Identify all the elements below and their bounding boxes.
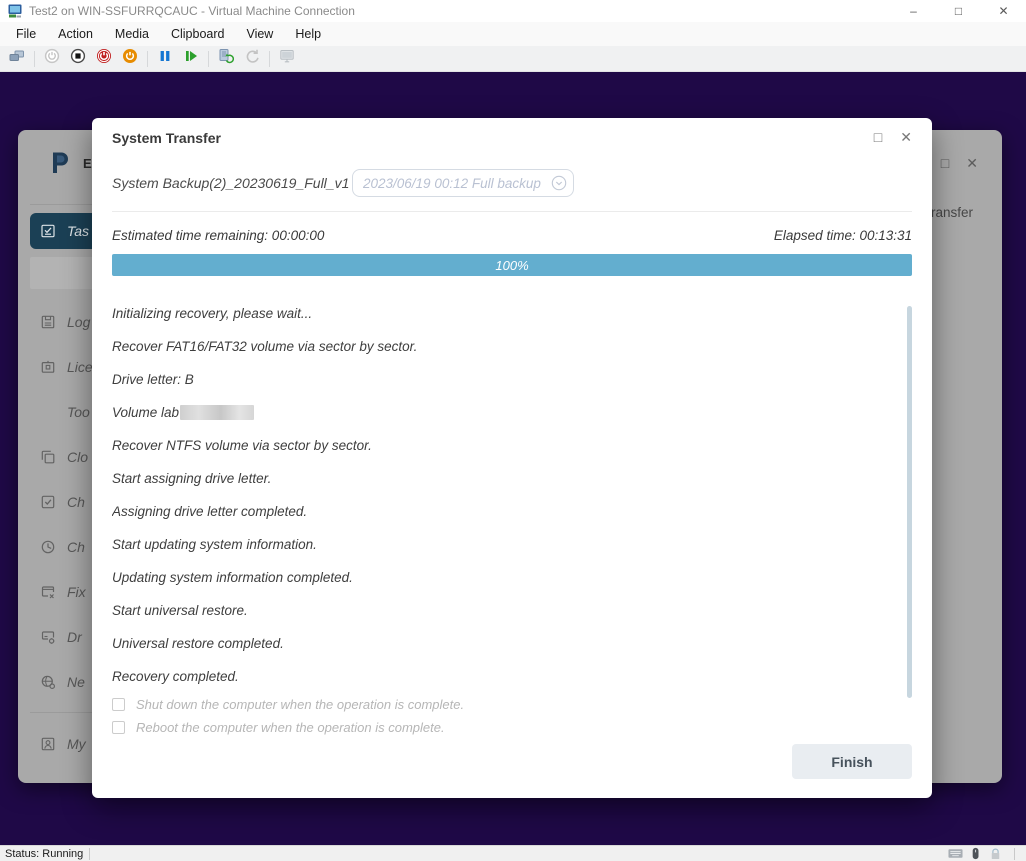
clone-icon (40, 449, 56, 465)
easeus-page-title-fragment: ransfer (930, 205, 973, 220)
logs-icon (40, 314, 56, 330)
check-square-icon (40, 494, 56, 510)
statusbar-separator (89, 847, 91, 860)
log-scrollbar[interactable] (907, 306, 912, 698)
menu-file[interactable]: File (5, 24, 47, 44)
enhanced-icon (279, 48, 295, 69)
turnoff-icon (70, 48, 86, 69)
toolbar-button (147, 50, 148, 67)
dialog-title: System Transfer (112, 130, 221, 146)
menu-media[interactable]: Media (104, 24, 160, 44)
toolbar-button (269, 50, 270, 67)
finish-button[interactable]: Finish (792, 744, 912, 779)
log-line: Universal restore completed. (112, 636, 284, 651)
post-op-options: Shut down the computer when the operatio… (112, 693, 912, 739)
revert-icon (244, 48, 260, 69)
estimated-time-label: Estimated time remaining: 00:00:00 (112, 228, 325, 243)
vm-status-text: Status: Running (5, 847, 84, 860)
backup-version-value: 2023/06/19 00:12 Full backup (363, 175, 541, 191)
hyperv-icon (7, 3, 23, 19)
account-icon (40, 736, 56, 752)
menubar: File Action Media Clipboard View Help (0, 22, 1026, 46)
shutdown-checkbox[interactable]: Shut down the computer when the operatio… (112, 693, 912, 716)
license-icon (40, 359, 56, 375)
reset-button[interactable] (178, 48, 204, 70)
redacted-text-block (180, 405, 255, 420)
globe-gear-icon (40, 674, 56, 690)
log-line: Volume lab (112, 396, 912, 429)
dialog-close-button[interactable]: ✕ (900, 130, 912, 145)
start-button[interactable] (39, 48, 65, 70)
clock-icon (40, 539, 56, 555)
backup-version-select[interactable]: 2023/06/19 00:12 Full backup (352, 169, 574, 197)
easeus-window-controls: □ ✕ (941, 156, 978, 170)
lock-icon (988, 847, 1003, 860)
log-line: Updating system information completed. (112, 570, 353, 585)
drive-gear-icon (40, 629, 56, 645)
minimize-button[interactable]: – (891, 0, 936, 22)
save-power-icon (122, 48, 138, 69)
titlebar: Test2 on WIN-SSFURRQCAUC - Virtual Machi… (0, 0, 1026, 22)
log-line: Start assigning drive letter. (112, 471, 272, 486)
vm-connection-window: Test2 on WIN-SSFURRQCAUC - Virtual Machi… (0, 0, 1026, 861)
ctrl-alt-del-button[interactable] (4, 48, 30, 70)
divider (112, 211, 912, 212)
fix-window-icon (40, 584, 56, 600)
checkpoint-button[interactable] (213, 48, 239, 70)
pause-icon (157, 48, 173, 69)
easeus-close-button[interactable]: ✕ (966, 156, 978, 170)
vm-display: Ea □ ✕ ransfer Tas Log Lice Too Clo Ch C… (0, 72, 1026, 845)
pause-button[interactable] (152, 48, 178, 70)
log-line: Drive letter: B (112, 372, 194, 387)
statusbar: Status: Running (0, 845, 1026, 861)
checkpoint-icon (218, 48, 235, 69)
elapsed-time-label: Elapsed time: 00:13:31 (773, 228, 912, 243)
menu-action[interactable]: Action (47, 24, 104, 44)
log-line: Recover FAT16/FAT32 volume via sector by… (112, 339, 418, 354)
toolbar-button (34, 50, 35, 67)
power-gray-icon (44, 48, 60, 69)
window-title: Test2 on WIN-SSFURRQCAUC - Virtual Machi… (29, 4, 355, 18)
dialog-maximize-button[interactable]: □ (874, 130, 882, 145)
log-line: Recovery completed. (112, 669, 239, 684)
system-transfer-dialog: System Transfer □ ✕ System Backup(2)_202… (92, 118, 932, 798)
shut-down-button[interactable] (91, 48, 117, 70)
maximize-button[interactable]: □ (936, 0, 981, 22)
checkbox[interactable] (112, 698, 125, 711)
tasks-icon (40, 223, 56, 239)
log-line: Assigning drive letter completed. (112, 504, 308, 519)
turn-off-button[interactable] (65, 48, 91, 70)
progress-percent-label: 100% (495, 257, 529, 273)
keyboard-icon (948, 847, 963, 860)
easeus-logo-icon (48, 150, 74, 176)
log-line: Recover NTFS volume via sector by sector… (112, 438, 372, 453)
shutdown-icon (96, 48, 112, 69)
reset-icon (183, 48, 199, 69)
menu-clipboard[interactable]: Clipboard (160, 24, 236, 44)
save-button[interactable] (117, 48, 143, 70)
toolbar (0, 46, 1026, 72)
progress-bar: 100% (112, 254, 912, 276)
revert-button[interactable] (239, 48, 265, 70)
ctrlaltdel-icon (9, 48, 25, 69)
close-button[interactable]: ✕ (981, 0, 1026, 22)
toolbar-button (208, 50, 209, 67)
statusbar-separator (1014, 847, 1015, 860)
chevron-down-circle-icon (551, 175, 567, 191)
progress-fill: 100% (112, 254, 912, 276)
checkbox[interactable] (112, 721, 125, 734)
reboot-checkbox[interactable]: Reboot the computer when the operation i… (112, 716, 912, 739)
menu-view[interactable]: View (235, 24, 284, 44)
easeus-maximize-button[interactable]: □ (941, 156, 949, 170)
mouse-icon (968, 847, 983, 860)
enhanced-session-button[interactable] (274, 48, 300, 70)
log-line: Start updating system information. (112, 537, 317, 552)
menu-help[interactable]: Help (284, 24, 332, 44)
backup-name: System Backup(2)_20230619_Full_v1 (112, 175, 350, 191)
log-line: Start universal restore. (112, 603, 248, 618)
recovery-log: Initializing recovery, please wait... Re… (112, 297, 912, 693)
log-line: Initializing recovery, please wait... (112, 306, 313, 321)
